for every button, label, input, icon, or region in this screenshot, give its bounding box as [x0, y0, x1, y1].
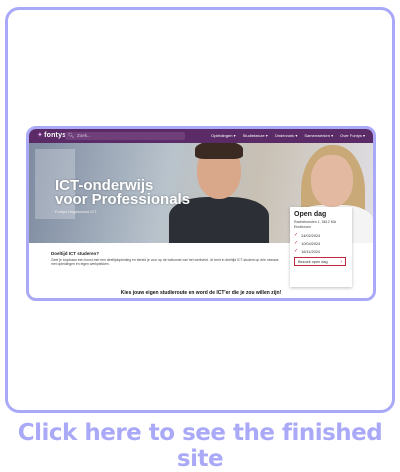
menu-item-samenwerken[interactable]: Samenwerken ▾	[304, 133, 333, 138]
search-icon: 🔍︎	[68, 133, 75, 139]
menu-item-studiekeuze[interactable]: Studiekeuze ▾	[243, 133, 268, 138]
check-icon: ✓	[294, 248, 299, 254]
menu-item-onderzoek[interactable]: Onderzoek ▾	[275, 133, 298, 138]
open-day-date: ✓ 24/02/2024	[294, 232, 321, 238]
open-day-date: ✓ 10/04/2024	[294, 240, 321, 246]
open-day-card: Open dag Rachelsmolen 1, 5612 MA Eindhov…	[290, 207, 352, 287]
intro-text: Geef je loopbaan een boost met een deelt…	[51, 258, 279, 267]
section-heading: Kies jouw eigen studieroute en word de I…	[120, 290, 282, 296]
search-box[interactable]: 🔍︎ Zoek...	[65, 132, 185, 140]
intro-title: Doeltijd ICT studeren?	[51, 251, 100, 256]
see-finished-site-link[interactable]: Click here to see the finished site	[0, 420, 400, 472]
menu-item-over-fontys[interactable]: Over Fontys ▾	[340, 133, 365, 138]
chevron-right-icon: ›	[340, 258, 342, 265]
top-nav: ✦fontys 🔍︎ Zoek... Opleidingen ▾ Studiek…	[29, 129, 373, 143]
intro-section: Doeltijd ICT studeren? Geef je loopbaan …	[51, 251, 281, 267]
open-day-button[interactable]: Bezoek open dag ›	[294, 257, 346, 266]
open-day-date: ✓ 16/11/2024	[294, 248, 320, 254]
open-day-title: Open dag	[294, 211, 327, 218]
logo[interactable]: ✦fontys	[37, 131, 66, 139]
open-day-address: Rachelsmolen 1, 5612 MA Eindhoven	[294, 220, 336, 229]
main-menu: Opleidingen ▾ Studiekeuze ▾ Onderzoek ▾ …	[211, 133, 365, 138]
site-preview[interactable]: ✦fontys 🔍︎ Zoek... Opleidingen ▾ Studiek…	[26, 126, 376, 301]
search-input[interactable]: Zoek...	[77, 132, 91, 140]
menu-item-opleidingen[interactable]: Opleidingen ▾	[211, 133, 235, 138]
hero-title: ICT-onderwijs voor Professionals	[55, 177, 191, 208]
check-icon: ✓	[294, 240, 299, 246]
check-icon: ✓	[294, 232, 299, 238]
hero-subtitle: Fontys Hogeschool ICT	[55, 209, 97, 214]
